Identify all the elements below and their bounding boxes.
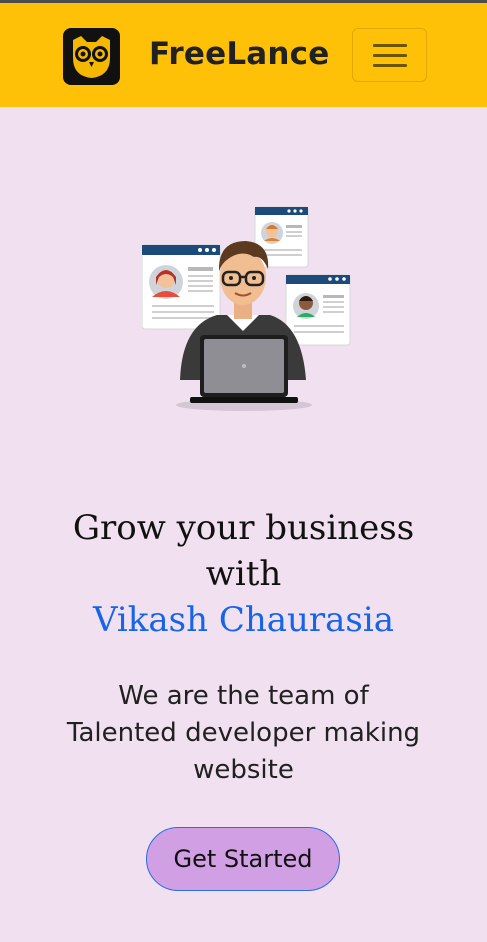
headline-name: Vikash Chaurasia — [92, 600, 395, 640]
hero-headline: Grow your business with Vikash Chaurasia — [0, 505, 487, 643]
brand-name[interactable]: FreeLance — [149, 36, 329, 72]
menu-toggle-button[interactable] — [352, 28, 427, 82]
freelancer-laptop-illustration — [142, 206, 351, 411]
headline-line-2: with — [205, 554, 282, 594]
subtitle-line-3: website — [193, 755, 294, 785]
hero-subtitle: We are the team of Talented developer ma… — [0, 678, 487, 789]
profile-card-right — [285, 274, 351, 346]
hamburger-menu-icon — [372, 44, 407, 67]
get-started-button[interactable]: Get Started — [146, 827, 340, 891]
subtitle-line-1: We are the team of — [118, 681, 369, 711]
navbar: FreeLance — [0, 3, 487, 107]
subtitle-line-2: Talented developer making — [66, 718, 421, 748]
headline-line-1: Grow your business — [72, 508, 415, 548]
owl-logo-icon[interactable] — [63, 28, 120, 85]
profile-card-left — [142, 244, 221, 330]
